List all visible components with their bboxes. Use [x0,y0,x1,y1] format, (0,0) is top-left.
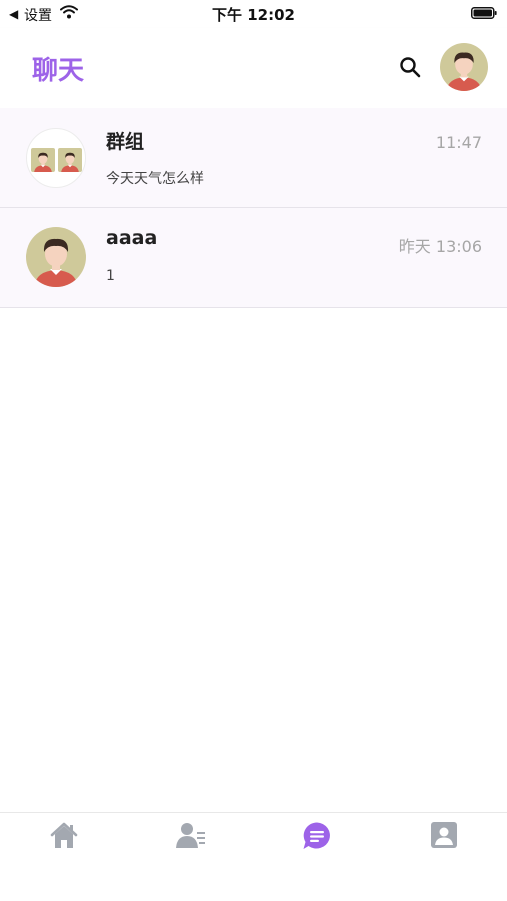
group-member-avatar-icon [58,148,82,172]
app-header: 聊天 [0,28,507,108]
chat-name: aaaa [106,227,158,249]
bottom-tab-bar [0,812,507,901]
chat-time: 昨天 13:06 [398,237,482,256]
page-title: 聊天 [32,56,85,86]
chat-list-item-group[interactable]: 群组 11:47 今天天气怎么样 [0,108,507,208]
chat-time: 11:47 [435,133,482,152]
home-icon[interactable] [49,821,79,851]
chat-last-message: 今天天气怎么样 [106,171,204,187]
chat-list: 群组 11:47 今天天气怎么样 aaaa 昨天 13:06 1 [0,108,507,308]
status-bar: ◀ 设置 下午 12:02 [0,0,507,28]
contacts-icon[interactable] [176,821,206,851]
chat-last-message: 1 [106,268,115,284]
user-avatar [26,227,86,287]
group-member-avatar-icon [31,148,55,172]
group-avatar [26,128,86,188]
user-avatar-icon[interactable] [440,43,488,91]
chat-list-item-aaaa[interactable]: aaaa 昨天 13:06 1 [0,208,507,308]
status-time: 下午 12:02 [212,6,295,24]
battery-icon [471,7,497,19]
search-icon[interactable] [398,55,422,79]
chat-bubble-icon[interactable] [302,821,332,851]
chat-name: 群组 [106,131,145,153]
profile-card-icon[interactable] [429,821,459,851]
